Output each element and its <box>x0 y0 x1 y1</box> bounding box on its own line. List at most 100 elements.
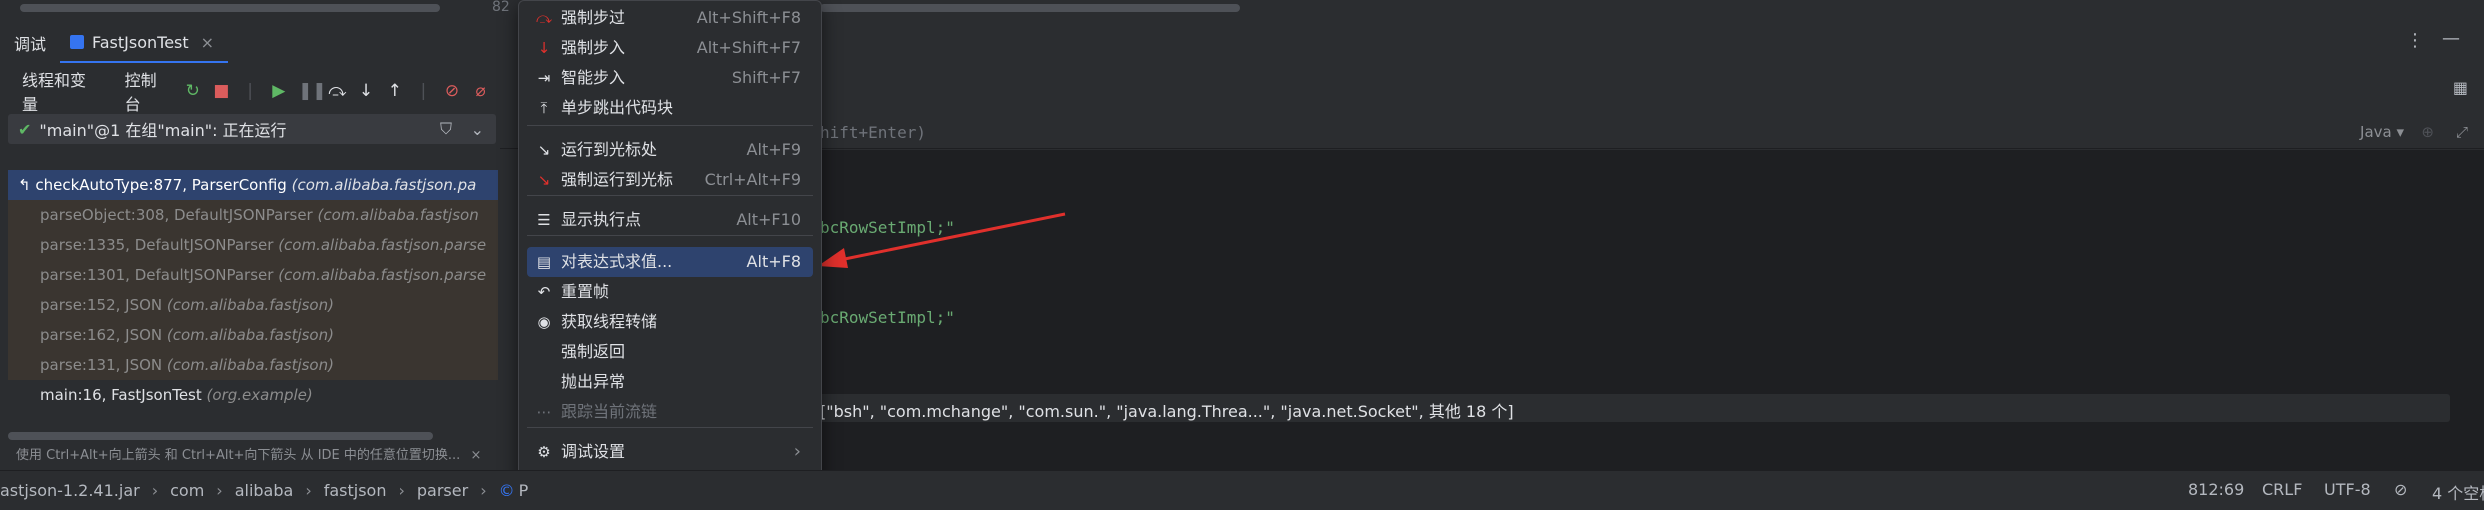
stack-frame[interactable]: parse:131, JSON (com.alibaba.fastjson) <box>8 350 498 380</box>
menu-item[interactable]: 强制返回 <box>527 337 813 367</box>
language-selector[interactable]: Java ▾ <box>2360 123 2404 141</box>
menu-item[interactable]: 抛出异常 <box>527 367 813 397</box>
resume-icon[interactable]: ▶ <box>269 81 288 101</box>
tab-console[interactable]: 控制台 <box>111 67 184 115</box>
menu-item-label: 获取线程转储 <box>561 312 658 331</box>
layout-icon[interactable]: ▦ <box>2453 78 2468 97</box>
menu-item[interactable]: ⚙ 调试设置 › <box>527 437 813 467</box>
expand-icon[interactable]: ⤢ <box>2456 123 2468 141</box>
step-out-icon[interactable]: ↑ <box>385 81 404 101</box>
submenu-arrow-icon: › <box>793 441 801 462</box>
menu-item-label: 调试设置 <box>561 442 626 461</box>
breadcrumb-item[interactable]: fastjson <box>324 481 387 500</box>
show-execution-point-icon: ☰ <box>537 211 551 229</box>
menu-item[interactable]: ◉ 获取线程转储 <box>527 307 813 337</box>
editor-horizontal-scrollbar[interactable] <box>820 4 1240 12</box>
menu-separator <box>527 235 813 236</box>
file-encoding[interactable]: UTF-8 <box>2324 480 2371 499</box>
class-icon: © <box>498 481 515 500</box>
stack-frame[interactable]: parse:152, JSON (com.alibaba.fastjson) <box>8 290 498 320</box>
menu-item-shortcut: Alt+F9 <box>746 140 801 159</box>
tab-fastjsontest[interactable]: FastJsonTest × <box>60 23 229 63</box>
more-options-icon[interactable]: ⋮ <box>2406 30 2424 51</box>
step-into-icon[interactable]: ↓ <box>357 81 376 101</box>
breadcrumb-separator-icon: › <box>480 481 487 500</box>
frames-scrollbar[interactable] <box>8 432 433 440</box>
indent-setting[interactable]: 4 个空格 <box>2432 480 2484 504</box>
debug-label: 调试 <box>14 35 47 54</box>
context-menu: ⤼ 强制步过 Alt+Shift+F8 ↓ 强制步入 Alt+Shift+F7 ⇥ 智能步入 S… <box>518 0 822 502</box>
menu-item[interactable]: ⤼ 强制步过 Alt+Shift+F8 <box>527 3 813 33</box>
variable-row[interactable]: ["bsh", "com.mchange", "com.sun.", "java… <box>800 394 2450 422</box>
breadcrumb-separator-icon: › <box>398 481 405 500</box>
stack-frame[interactable]: parse:1335, DefaultJSONParser (com.aliba… <box>8 230 498 260</box>
divider-icon: | <box>247 81 253 101</box>
frame-package: (com.alibaba.fastjson.parse <box>278 236 487 254</box>
frame-package: (com.alibaba.fastjson) <box>166 326 334 344</box>
stop-icon[interactable]: ■ <box>212 81 231 101</box>
stack-frame[interactable]: main:16, FastJsonTest (org.example) <box>8 380 498 410</box>
horizontal-scrollbar[interactable] <box>20 4 440 12</box>
breadcrumb-item[interactable]: com <box>170 481 204 500</box>
stack-frame[interactable]: parse:1301, DefaultJSONParser (com.aliba… <box>8 260 498 290</box>
menu-item-shortcut: Alt+Shift+F7 <box>696 38 801 57</box>
menu-item[interactable]: ↘ 运行到光标处 Alt+F9 <box>527 135 813 165</box>
menu-item: ⋯ 跟踪当前流链 <box>527 397 813 427</box>
debug-panel: 调试 FastJsonTest × 线程和变量 控制台 ↻ ■ | ▶ ❚❚ ⤼… <box>0 16 501 470</box>
menu-item[interactable]: ⇥ 智能步入 Shift+F7 <box>527 63 813 93</box>
step-over-icon[interactable]: ⤼ <box>328 81 347 101</box>
menu-item[interactable]: ⤒ 单步跳出代码块 <box>527 93 813 123</box>
menu-item-label: 对表达式求值... <box>561 252 673 271</box>
menu-item[interactable]: ↘ 强制运行到光标 Ctrl+Alt+F9 <box>527 165 813 195</box>
menu-separator <box>527 125 813 126</box>
menu-item[interactable]: ↓ 强制步入 Alt+Shift+F7 <box>527 33 813 63</box>
frame-package: (com.alibaba.fastjson) <box>166 296 334 314</box>
pause-icon[interactable]: ❚❚ <box>298 81 327 101</box>
gutter-number: 82 <box>492 0 510 15</box>
menu-item[interactable]: ▤ 对表达式求值... Alt+F8 <box>527 247 813 277</box>
selected-stack-frame[interactable]: ↰ checkAutoType:877, ParserConfig (com.a… <box>8 170 498 200</box>
view-breakpoints-icon[interactable]: ⊘ <box>443 81 462 101</box>
trace-stream-icon: ⋯ <box>536 403 552 421</box>
rerun-icon[interactable]: ↻ <box>183 81 202 101</box>
frame-package: (com.alibaba.fastjson.pa <box>291 176 477 194</box>
breadcrumb-item[interactable]: astjson-1.2.41.jar <box>0 481 140 500</box>
inspection-icon[interactable]: ⊘ <box>2394 480 2407 499</box>
menu-item-shortcut: Shift+F7 <box>731 68 801 87</box>
status-bar: astjson-1.2.41.jar › com › alibaba › fastjson ›… <box>0 470 2484 510</box>
mute-breakpoints-icon[interactable]: ⌀ <box>471 81 490 101</box>
tab-threads-variables[interactable]: 线程和变量 <box>10 67 111 115</box>
cursor-position[interactable]: 812:69 <box>2188 480 2244 499</box>
breadcrumb-item[interactable]: alibaba <box>235 481 294 500</box>
force-run-to-cursor-icon: ↘ <box>537 171 551 189</box>
code-line-2: bcRowSetImpl;" <box>820 308 955 327</box>
stack-frame[interactable]: parseObject:308, DefaultJSONParser (com.… <box>8 200 498 230</box>
line-separator[interactable]: CRLF <box>2262 480 2302 499</box>
menu-separator <box>527 195 813 196</box>
run-to-cursor-icon: ↘ <box>537 141 551 159</box>
menu-item-label: 强制返回 <box>561 342 626 361</box>
current-frame-icon: ↰ <box>18 176 36 194</box>
chevron-down-icon[interactable]: ⌄ <box>471 120 484 139</box>
thread-status: "main"@1 在组"main": 正在运行 <box>39 121 287 140</box>
menu-item-label: 智能步入 <box>561 68 626 87</box>
filter-icon[interactable]: ⛉ <box>440 119 452 139</box>
menu-item-label: 显示执行点 <box>561 210 642 229</box>
hint-close-icon[interactable]: × <box>470 448 481 463</box>
add-watch-icon[interactable]: ⊕ <box>2421 123 2434 141</box>
stack-frame[interactable]: parse:162, JSON (com.alibaba.fastjson) <box>8 320 498 350</box>
menu-item[interactable]: ↶ 重置帧 <box>527 277 813 307</box>
divider-icon-2: | <box>420 81 427 101</box>
breadcrumb-item[interactable]: P <box>519 481 529 500</box>
debug-tab-row: 调试 FastJsonTest × <box>0 23 500 63</box>
debug-toolbar: 线程和变量 控制台 ↻ ■ | ▶ ❚❚ ⤼ ↓ ↑ | ⊘ ⌀ <box>10 71 500 114</box>
menu-item-shortcut: Ctrl+Alt+F9 <box>704 170 801 189</box>
reset-frame-icon: ↶ <box>537 283 551 301</box>
deny-list-value: ["bsh", "com.mchange", "com.sun.", "java… <box>820 402 1514 421</box>
smart-step-into-icon: ⇥ <box>537 69 551 87</box>
breadcrumb-item[interactable]: parser <box>417 481 468 500</box>
close-icon[interactable]: × <box>201 33 214 52</box>
menu-item[interactable]: ☰ 显示执行点 Alt+F10 <box>527 205 813 235</box>
minimize-icon[interactable]: — <box>2442 28 2460 49</box>
thread-selector[interactable]: ✔ "main"@1 在组"main": 正在运行 ⛉ ⌄ <box>8 114 496 144</box>
